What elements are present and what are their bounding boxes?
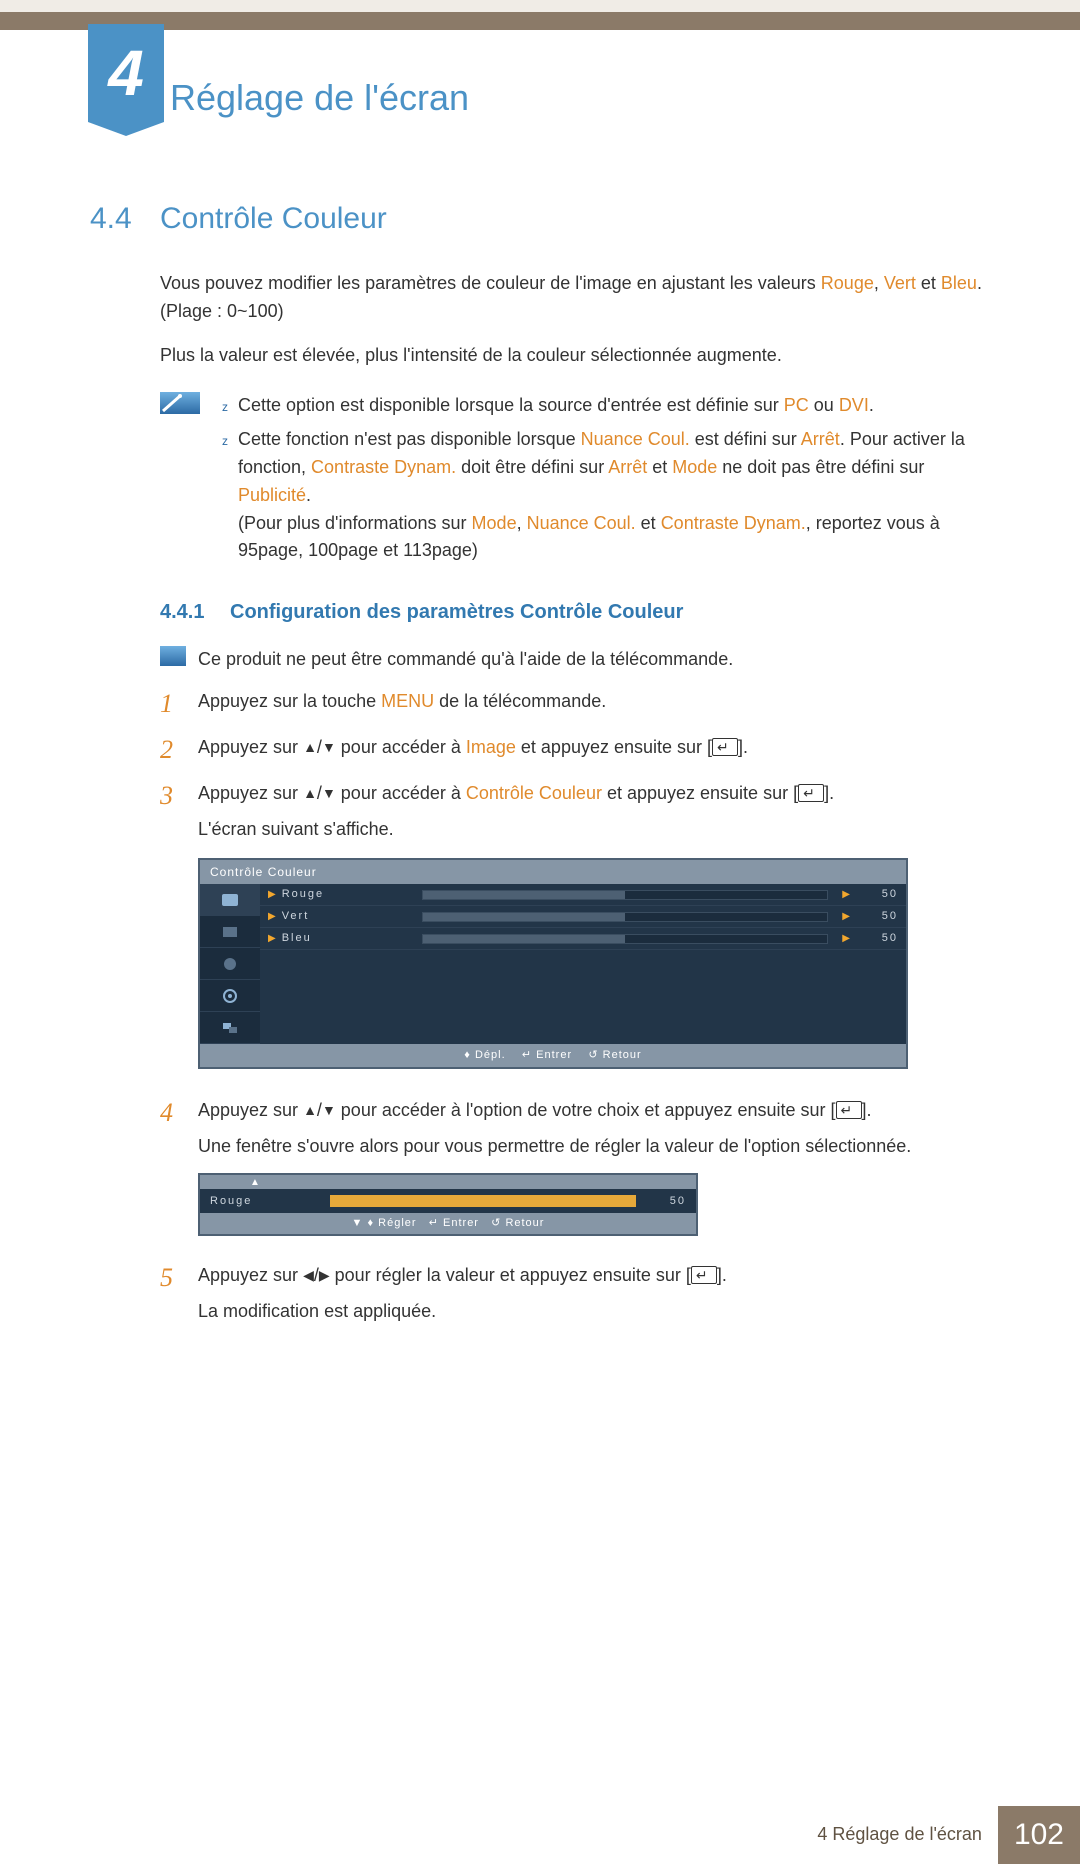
chevron-right-icon: ▶: [268, 887, 276, 903]
kw-pc: PC: [784, 395, 809, 415]
osd-row-label: Vert: [282, 908, 412, 925]
kw-bleu: Bleu: [941, 273, 977, 293]
step-number: 4: [160, 1097, 198, 1128]
osd-footer-return: ↺ Retour: [588, 1049, 641, 1061]
chevron-right-icon: ▶: [842, 909, 850, 925]
step-number: 1: [160, 688, 198, 719]
kw-publicite: Publicité: [238, 485, 306, 505]
slider-label: Rouge: [210, 1193, 320, 1210]
arrow-down-icon: ▼: [322, 785, 336, 801]
osd-footer-enter: ↵ Entrer: [522, 1049, 572, 1061]
kw-arret: Arrêt: [801, 429, 840, 449]
kw-contraste-dynam: Contraste Dynam.: [311, 457, 456, 477]
osd-row-bleu: ▶ Bleu ▶ 50: [260, 928, 906, 950]
kw-vert: Vert: [884, 273, 916, 293]
step-1: 1 Appuyez sur la touche MENU de la téléc…: [160, 688, 990, 724]
remote-icon: [160, 646, 198, 666]
kw-controle-couleur: Contrôle Couleur: [466, 783, 602, 803]
osd-row-value: 50: [854, 908, 898, 925]
step-number: 5: [160, 1262, 198, 1293]
kw-nuance: Nuance Coul.: [581, 429, 690, 449]
osd-row-label: Rouge: [282, 886, 412, 903]
intro-block: Vous pouvez modifier les paramètres de c…: [160, 270, 990, 370]
step-number: 2: [160, 734, 198, 765]
section-heading: 4.4 Contrôle Couleur: [90, 196, 990, 243]
subsection-number: 4.4.1: [160, 597, 230, 628]
osd-tab-setup-icon: [200, 980, 260, 1012]
arrow-right-icon: ▶: [319, 1267, 330, 1283]
page-number: 102: [998, 1806, 1080, 1864]
enter-icon: [691, 1266, 717, 1284]
osd-slider-popup: Rouge 50 ♦ Régler ↵ Entrer ↺ Retour: [198, 1173, 698, 1236]
arrow-up-icon: ▲: [303, 785, 317, 801]
note-icon: [160, 392, 200, 414]
step-number: 3: [160, 780, 198, 811]
section-number: 4.4: [90, 196, 160, 243]
remote-only-note: Ce produit ne peut être commandé qu'à l'…: [160, 646, 990, 674]
remote-only-text: Ce produit ne peut être commandé qu'à l'…: [198, 646, 733, 674]
osd-slider: [422, 934, 829, 944]
kw-menu: MENU: [381, 691, 434, 711]
slider-footer: ♦ Régler ↵ Entrer ↺ Retour: [200, 1213, 696, 1234]
osd-slider: [422, 890, 829, 900]
kw-dvi: DVI: [839, 395, 869, 415]
osd-row-value: 50: [854, 886, 898, 903]
chapter-header: 4 Réglage de l'écran: [0, 30, 1080, 196]
page-footer: 4 Réglage de l'écran 102: [0, 1814, 1080, 1864]
step-4: 4 Appuyez sur ▲/▼ pour accéder à l'optio…: [160, 1097, 990, 1252]
osd-tab-multi-icon: [200, 1012, 260, 1044]
chevron-right-icon: ▶: [842, 931, 850, 947]
step-3: 3 Appuyez sur ▲/▼ pour accéder à Contrôl…: [160, 780, 990, 1087]
slider-up-arrow: [200, 1175, 696, 1189]
kw-rouge: Rouge: [821, 273, 874, 293]
kw-image: Image: [466, 737, 516, 757]
slider-down-arrow: [352, 1217, 368, 1229]
bullet-icon: z: [212, 426, 238, 565]
arrow-left-icon: ◀: [303, 1267, 314, 1283]
note-block: z Cette option est disponible lorsque la…: [160, 392, 990, 571]
note-item: Cette fonction n'est pas disponible lors…: [238, 426, 990, 565]
osd-footer: ♦ Dépl. ↵ Entrer ↺ Retour: [200, 1044, 906, 1067]
section-title: Contrôle Couleur: [160, 196, 387, 243]
osd-row-value: 50: [854, 930, 898, 947]
kw-mode: Mode: [672, 457, 717, 477]
arrow-down-icon: ▼: [322, 739, 336, 755]
subsection-heading: 4.4.1 Configuration des paramètres Contr…: [160, 597, 990, 628]
osd-sidebar: [200, 884, 260, 1044]
intro-text-2: Plus la valeur est élevée, plus l'intens…: [160, 342, 990, 370]
osd-tab-sound-icon: [200, 948, 260, 980]
step-2: 2 Appuyez sur ▲/▼ pour accéder à Image e…: [160, 734, 990, 770]
osd-footer-move: ♦ Dépl.: [464, 1049, 505, 1061]
chevron-right-icon: ▶: [268, 909, 276, 925]
chevron-right-icon: ▶: [268, 931, 276, 947]
enter-icon: [798, 784, 824, 802]
osd-title: Contrôle Couleur: [200, 860, 906, 885]
osd-tab-image-icon: [200, 884, 260, 916]
arrow-down-icon: ▼: [322, 1102, 336, 1118]
osd-row-rouge: ▶ Rouge ▶ 50: [260, 884, 906, 906]
slider-value: 50: [646, 1193, 686, 1210]
enter-icon: [712, 738, 738, 756]
osd-row-vert: ▶ Vert ▶ 50: [260, 906, 906, 928]
osd-tab-screen-icon: [200, 916, 260, 948]
subsection-title: Configuration des paramètres Contrôle Co…: [230, 597, 683, 628]
footer-chapter-label: 4 Réglage de l'écran: [801, 1811, 998, 1859]
step-5: 5 Appuyez sur ◀/▶ pour régler la valeur …: [160, 1262, 990, 1334]
arrow-up-icon: ▲: [303, 1102, 317, 1118]
intro-text: Vous pouvez modifier les paramètres de c…: [160, 273, 821, 293]
note-item: Cette option est disponible lorsque la s…: [238, 392, 874, 420]
enter-icon: [836, 1101, 862, 1119]
slider-bar: [330, 1195, 636, 1207]
osd-slider: [422, 912, 829, 922]
chapter-number-badge: 4: [88, 24, 164, 122]
osd-menu-screenshot: Contrôle Couleur ▶ Rouge: [198, 858, 908, 1070]
osd-row-label: Bleu: [282, 930, 412, 947]
arrow-up-icon: ▲: [303, 739, 317, 755]
bullet-icon: z: [212, 392, 238, 420]
chevron-right-icon: ▶: [842, 887, 850, 903]
chapter-title: Réglage de l'écran: [170, 50, 990, 126]
